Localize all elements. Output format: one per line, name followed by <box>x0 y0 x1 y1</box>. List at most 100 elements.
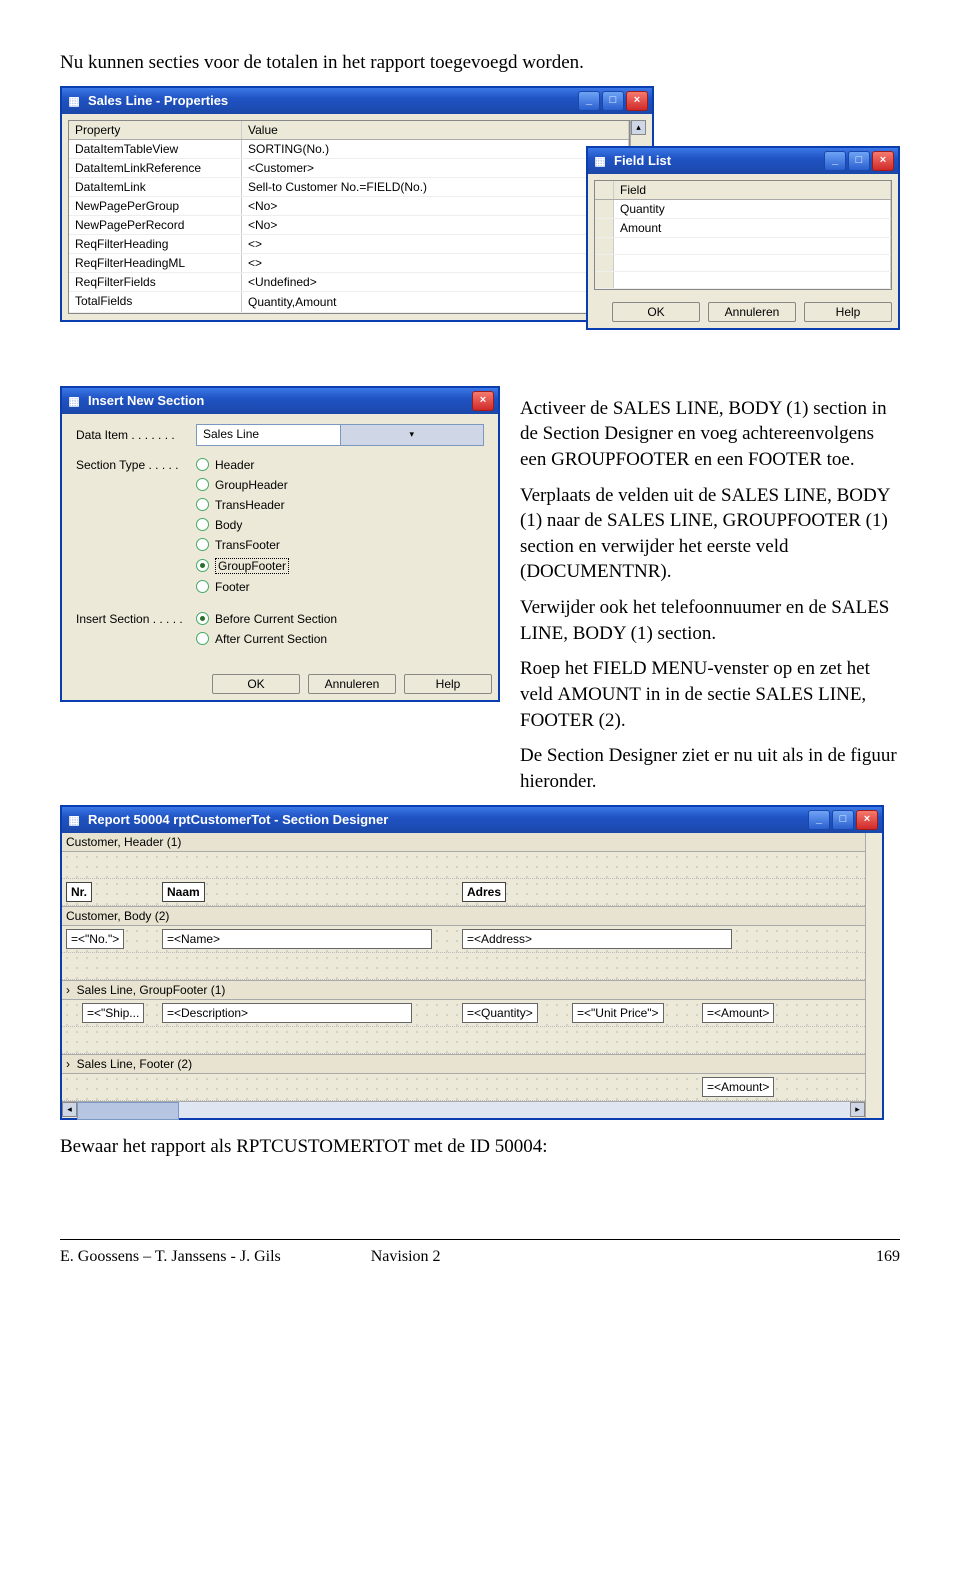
field-list-titlebar[interactable]: ▦ Field List _ □ × <box>588 148 898 174</box>
body-text-1: Activeer de SALES LINE, BODY (1) section… <box>520 396 900 473</box>
section-body-label[interactable]: Customer, Body (2) <box>62 906 865 926</box>
radio-transheader[interactable]: TransHeader <box>196 498 289 512</box>
designer-row[interactable] <box>62 953 865 980</box>
field-ship[interactable]: =<"Ship... <box>82 1003 144 1023</box>
field-list-grid[interactable]: Field Quantity Amount <box>594 180 892 290</box>
section-designer-titlebar[interactable]: ▦ Report 50004 rptCustomerTot - Section … <box>62 807 882 833</box>
col-field[interactable]: Field <box>614 181 891 199</box>
prop-value[interactable]: <No> <box>242 216 629 234</box>
radio-groupheader[interactable]: GroupHeader <box>196 478 289 492</box>
radio-before[interactable]: Before Current Section <box>196 612 337 626</box>
designer-row[interactable]: =<"Ship... =<Description> =<Quantity> =<… <box>62 1000 865 1027</box>
horizontal-scrollbar[interactable]: ◂ ▸ <box>62 1101 865 1118</box>
body-text-5: De Section Designer ziet er nu uit als i… <box>520 743 900 794</box>
minimize-button[interactable]: _ <box>808 810 830 830</box>
cancel-button[interactable]: Annuleren <box>708 302 796 322</box>
radio-transfooter[interactable]: TransFooter <box>196 538 289 552</box>
prop-value[interactable]: <> <box>242 254 629 272</box>
scroll-right-icon[interactable]: ▸ <box>850 1102 865 1117</box>
label-adres[interactable]: Adres <box>462 882 506 902</box>
properties-grid[interactable]: Property Value DataItemTableViewSORTING(… <box>68 120 630 314</box>
label-nr[interactable]: Nr. <box>66 882 92 902</box>
data-item-value: Sales Line <box>197 425 340 445</box>
field-row[interactable] <box>614 255 891 271</box>
section-designer-canvas[interactable]: Customer, Header (1) Nr. Naam Adres Cust… <box>62 833 865 1118</box>
radio-footer[interactable]: Footer <box>196 580 289 594</box>
cancel-button[interactable]: Annuleren <box>308 674 396 694</box>
body-text-2: Verplaats de velden uit de SALES LINE, B… <box>520 483 900 586</box>
prop-value[interactable]: <No> <box>242 197 629 215</box>
field-address[interactable]: =<Address> <box>462 929 732 949</box>
prop-value[interactable]: <Undefined> <box>242 273 629 291</box>
radio-after[interactable]: After Current Section <box>196 632 337 646</box>
field-description[interactable]: =<Description> <box>162 1003 412 1023</box>
close-button[interactable]: × <box>626 91 648 111</box>
chevron-right-icon: › <box>66 1057 70 1071</box>
section-groupfooter-label[interactable]: › Sales Line, GroupFooter (1) <box>62 980 865 1000</box>
close-button[interactable]: × <box>872 151 894 171</box>
designer-row[interactable]: Nr. Naam Adres <box>62 879 865 906</box>
radio-groupfooter[interactable]: GroupFooter <box>196 558 289 574</box>
prop-name: DataItemLinkReference <box>69 159 242 177</box>
close-button[interactable]: × <box>472 391 494 411</box>
field-amount[interactable]: =<Amount> <box>702 1077 774 1097</box>
close-button[interactable]: × <box>856 810 878 830</box>
properties-title: Sales Line - Properties <box>88 93 228 108</box>
vertical-scrollbar[interactable] <box>865 833 882 1118</box>
field-no[interactable]: =<"No."> <box>66 929 124 949</box>
maximize-button[interactable]: □ <box>832 810 854 830</box>
radio-header[interactable]: Header <box>196 458 289 472</box>
designer-row[interactable]: =<Amount> <box>62 1074 865 1101</box>
intro-text: Nu kunnen secties voor de totalen in het… <box>60 50 900 76</box>
data-item-combo[interactable]: Sales Line ▾ <box>196 424 484 446</box>
scroll-up-icon[interactable]: ▴ <box>631 120 646 135</box>
field-row[interactable] <box>614 272 891 288</box>
field-row[interactable] <box>614 238 891 254</box>
maximize-button[interactable]: □ <box>848 151 870 171</box>
field-quantity[interactable]: =<Quantity> <box>462 1003 538 1023</box>
properties-titlebar[interactable]: ▦ Sales Line - Properties _ □ × <box>62 88 652 114</box>
designer-row[interactable]: =<"No."> =<Name> =<Address> <box>62 926 865 953</box>
chevron-down-icon[interactable]: ▾ <box>340 425 484 445</box>
footer-rule <box>60 1239 900 1240</box>
screenshot-row-1: ▦ Sales Line - Properties _ □ × Property… <box>60 86 900 386</box>
ok-button[interactable]: OK <box>212 674 300 694</box>
scroll-left-icon[interactable]: ◂ <box>62 1102 77 1117</box>
footer-page: 169 <box>876 1248 900 1266</box>
prop-value[interactable]: SORTING(No.) <box>242 140 629 158</box>
insert-position-radios: Before Current Section After Current Sec… <box>196 612 337 646</box>
bottom-text: Bewaar het rapport als RPTCUSTOMERTOT me… <box>60 1134 900 1160</box>
designer-row[interactable] <box>62 1027 865 1054</box>
help-button[interactable]: Help <box>404 674 492 694</box>
col-value[interactable]: Value <box>242 121 629 139</box>
section-footer-label[interactable]: › Sales Line, Footer (2) <box>62 1054 865 1074</box>
prop-name: ReqFilterHeadingML <box>69 254 242 272</box>
field-row[interactable]: Quantity <box>614 200 891 218</box>
maximize-button[interactable]: □ <box>602 91 624 111</box>
scroll-thumb[interactable] <box>77 1102 179 1120</box>
field-unitprice[interactable]: =<"Unit Price"> <box>572 1003 664 1023</box>
col-property[interactable]: Property <box>69 121 242 139</box>
footer-authors: E. Goossens – T. Janssens - J. Gils <box>60 1248 281 1266</box>
prop-value[interactable]: <> <box>242 235 629 253</box>
prop-name: TotalFields <box>69 292 242 312</box>
ok-button[interactable]: OK <box>612 302 700 322</box>
designer-row[interactable] <box>62 852 865 879</box>
help-button[interactable]: Help <box>804 302 892 322</box>
field-name[interactable]: =<Name> <box>162 929 432 949</box>
insert-section-titlebar[interactable]: ▦ Insert New Section × <box>62 388 498 414</box>
label-naam[interactable]: Naam <box>162 882 205 902</box>
prop-value[interactable]: Quantity,Amount… <box>242 292 629 312</box>
field-amount[interactable]: =<Amount> <box>702 1003 774 1023</box>
section-header-label[interactable]: Customer, Header (1) <box>62 833 865 852</box>
radio-body[interactable]: Body <box>196 518 289 532</box>
minimize-button[interactable]: _ <box>824 151 846 171</box>
prop-value[interactable]: Sell-to Customer No.=FIELD(No.) <box>242 178 629 196</box>
section-designer-title: Report 50004 rptCustomerTot - Section De… <box>88 812 388 827</box>
minimize-button[interactable]: _ <box>578 91 600 111</box>
prop-value[interactable]: <Customer> <box>242 159 629 177</box>
body-text-4: Roep het FIELD MENU-venster op en zet he… <box>520 656 900 733</box>
field-row[interactable]: Amount <box>614 219 891 237</box>
prop-name: NewPagePerRecord <box>69 216 242 234</box>
section-type-label: Section Type . . . . . <box>76 458 196 472</box>
